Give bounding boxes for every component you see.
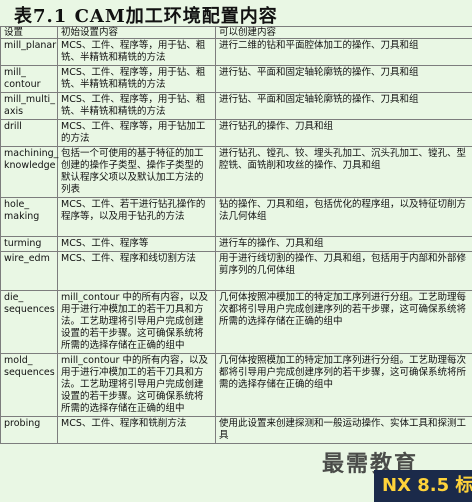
cell-setting: machining_ knowledge bbox=[0, 146, 58, 198]
nx-version-badge: NX 8.5 标 bbox=[374, 470, 472, 502]
cell-create: 几何体按照冲模加工的特定加工序列进行分组。工艺助理每次都将引导用户完成创建序列的… bbox=[215, 290, 472, 354]
cell-initial: MCS、工件、程序等，用于钻、粗铣、半精铣和精铣的方法 bbox=[57, 38, 216, 66]
table-row: probing MCS、工件、程序和铣削方法 使用此设置来创建探测和一般运动操作… bbox=[0, 416, 472, 444]
cell-setting: mill_ contour bbox=[0, 65, 58, 93]
cell-setting: die_ sequences bbox=[0, 290, 58, 354]
cell-setting: probing bbox=[0, 416, 58, 444]
cell-create: 钻的操作、刀具和组，包括优化的程序组，以及特征切削方法几何体组 bbox=[215, 197, 472, 237]
cell-create: 用于进行线切割的操作、刀具和组，包括用于内部和外部修剪序列的几何体组 bbox=[215, 251, 472, 291]
cell-create: 使用此设置来创建探测和一般运动操作、实体工具和探测工具 bbox=[215, 416, 472, 444]
cell-initial: mill_contour 中的所有内容，以及用于进行冲模加工的若干刀具和方法。工… bbox=[57, 353, 216, 417]
cell-initial: MCS、工件、程序等，用于钻、粗铣、半精铣和精铣的方法 bbox=[57, 65, 216, 93]
cell-create: 进行钻、平面和固定轴轮廓铣的操作、刀具和组 bbox=[215, 92, 472, 120]
table-row: wire_edm MCS、工件、程序和线切割方法 用于进行线切割的操作、刀具和组… bbox=[0, 251, 472, 291]
cell-create: 进行车的操作、刀具和组 bbox=[215, 236, 472, 252]
cell-initial: MCS、工件、程序和线切割方法 bbox=[57, 251, 216, 291]
table-row: mill_multi_ axis MCS、工件、程序等，用于钻、粗铣、半精铣和精… bbox=[0, 92, 472, 120]
cell-setting: mill_planar bbox=[0, 38, 58, 66]
cell-setting: wire_edm bbox=[0, 251, 58, 291]
cell-create: 进行钻、平面和固定轴轮廓铣的操作、刀具和组 bbox=[215, 65, 472, 93]
cell-initial: 包括一个可使用的基于特征的加工创建的操作子类型、操作子类型的默认程序父项以及默认… bbox=[57, 146, 216, 198]
cell-create: 进行钻孔、镗孔、铰、埋头孔加工、沉头孔加工、镗孔、型腔铣、面铣削和攻丝的操作、刀… bbox=[215, 146, 472, 198]
table-row: machining_ knowledge 包括一个可使用的基于特征的加工创建的操… bbox=[0, 146, 472, 198]
cell-create: 进行钻孔的操作、刀具和组 bbox=[215, 119, 472, 147]
table-row: mold_ sequences mill_contour 中的所有内容，以及用于… bbox=[0, 353, 472, 417]
cell-create: 几何体按照模加工的特定加工序列进行分组。工艺助理每次都将引导用户完成创建序列的若… bbox=[215, 353, 472, 417]
cell-setting: drill bbox=[0, 119, 58, 147]
header-initial: 初始设置内容 bbox=[57, 26, 216, 39]
header-setting: 设置 bbox=[0, 26, 58, 39]
cell-create: 进行二维的钻和平面腔体加工的操作、刀具和组 bbox=[215, 38, 472, 66]
cell-initial: MCS、工件、程序和铣削方法 bbox=[57, 416, 216, 444]
cell-setting: mold_ sequences bbox=[0, 353, 58, 417]
table-row: drill MCS、工件、程序等，用于钻加工的方法 进行钻孔的操作、刀具和组 bbox=[0, 119, 472, 147]
cell-initial: MCS、工件、若干进行钻孔操作的程序等，以及用于钻孔的方法 bbox=[57, 197, 216, 237]
config-table: 设置 初始设置内容 可以创建内容 mill_planar MCS、工件、程序等，… bbox=[0, 26, 472, 444]
cell-setting: mill_multi_ axis bbox=[0, 92, 58, 120]
cell-initial: MCS、工件、程序等 bbox=[57, 236, 216, 252]
table-row: die_ sequences mill_contour 中的所有内容，以及用于进… bbox=[0, 290, 472, 354]
table-title: 表7.1 CAM加工环境配置内容 bbox=[14, 6, 278, 27]
cell-setting: hole_ making bbox=[0, 197, 58, 237]
cell-initial: MCS、工件、程序等，用于钻加工的方法 bbox=[57, 119, 216, 147]
header-create: 可以创建内容 bbox=[215, 26, 472, 39]
table-header-row: 设置 初始设置内容 可以创建内容 bbox=[0, 26, 472, 39]
cell-setting: turming bbox=[0, 236, 58, 252]
cell-initial: mill_contour 中的所有内容，以及用于进行冲模加工的若干刀具和方法。工… bbox=[57, 290, 216, 354]
table-row: turming MCS、工件、程序等 进行车的操作、刀具和组 bbox=[0, 236, 472, 252]
table-row: mill_planar MCS、工件、程序等，用于钻、粗铣、半精铣和精铣的方法 … bbox=[0, 38, 472, 66]
table-row: hole_ making MCS、工件、若干进行钻孔操作的程序等，以及用于钻孔的… bbox=[0, 197, 472, 237]
table-row: mill_ contour MCS、工件、程序等，用于钻、粗铣、半精铣和精铣的方… bbox=[0, 65, 472, 93]
cell-initial: MCS、工件、程序等，用于钻、粗铣、半精铣和精铣的方法 bbox=[57, 92, 216, 120]
